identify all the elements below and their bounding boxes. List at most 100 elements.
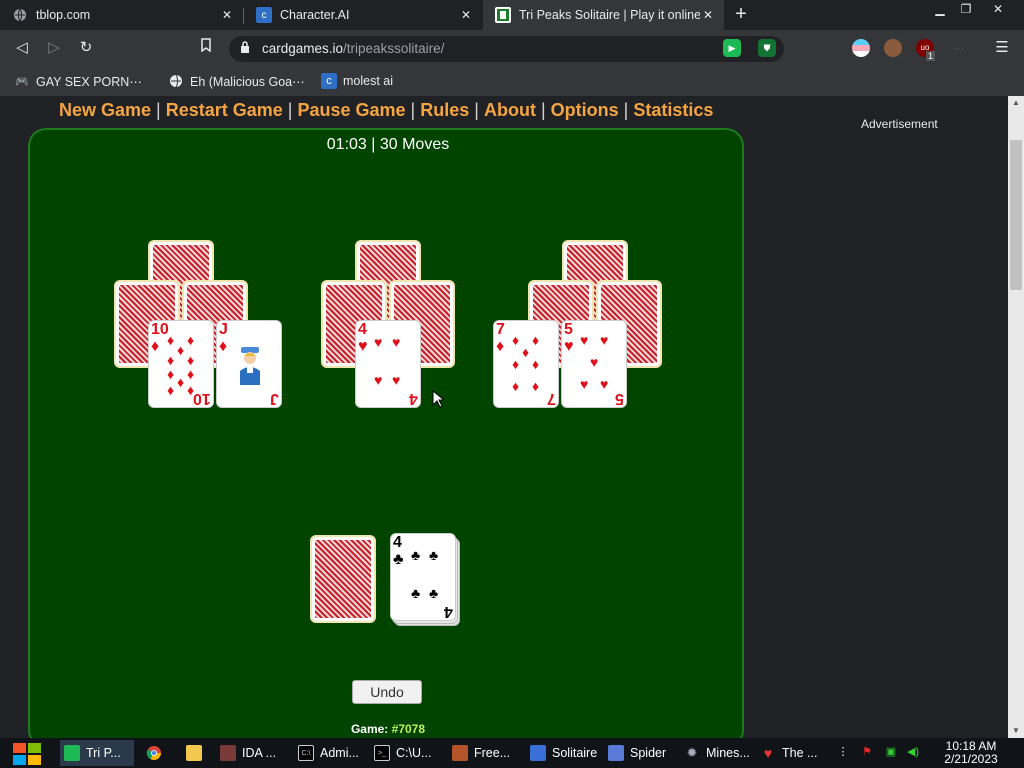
- extension-icon[interactable]: ⋯: [950, 39, 968, 57]
- bookmarks-bar: [0, 66, 1024, 96]
- card-suit: ♦: [151, 338, 160, 355]
- options-link[interactable]: Options: [551, 100, 619, 120]
- diamond-icon: ♦: [167, 334, 175, 349]
- close-icon[interactable]: ✕: [458, 8, 474, 22]
- url-text[interactable]: cardgames.io/tripeakssolitaire/: [262, 41, 444, 56]
- taskbar-item-the[interactable]: ♥ The ...: [756, 740, 826, 766]
- diamond-icon: ♦: [187, 368, 195, 383]
- game-number-label: Game:: [350, 722, 389, 736]
- menu-separator: |: [287, 100, 293, 120]
- new-tab-icon[interactable]: +: [731, 4, 751, 26]
- new-game-link[interactable]: New Game: [59, 100, 151, 120]
- taskbar-item-minesweeper[interactable]: ✹ Mines...: [680, 740, 752, 766]
- club-icon: ♣: [411, 549, 421, 564]
- taskbar-item-spider[interactable]: Spider: [604, 740, 674, 766]
- game-controller-icon: 🎮: [15, 75, 29, 88]
- mine-icon: ✹: [686, 745, 698, 760]
- taskbar-label: The ...: [782, 746, 818, 760]
- reload-icon[interactable]: ↻: [76, 38, 96, 58]
- taskbar-item-explorer[interactable]: [182, 740, 212, 766]
- heart-icon: ♥: [590, 356, 599, 371]
- game-number-value: #7078: [391, 722, 426, 736]
- close-window-icon[interactable]: ✕: [984, 0, 1012, 20]
- taskbar-item-admin[interactable]: C:\ Admi...: [294, 740, 364, 766]
- taskbar-label: Admi...: [320, 746, 359, 760]
- taskbar-label: Mines...: [706, 746, 750, 760]
- about-link[interactable]: About: [484, 100, 536, 120]
- back-icon[interactable]: ◁: [12, 38, 32, 58]
- statistics-link[interactable]: Statistics: [633, 100, 713, 120]
- network-icon[interactable]: ▣: [884, 745, 898, 759]
- bookmark-item-2[interactable]: Eh (Malicious Goa⋯: [168, 72, 305, 90]
- scroll-down-icon[interactable]: ▼: [1008, 724, 1024, 738]
- diamond-icon: ♦: [532, 334, 540, 349]
- taskbar-label: Tri P...: [86, 746, 121, 760]
- card-5-hearts[interactable]: 5 ♥ ♥ ♥ ♥ ♥ ♥ 5: [561, 320, 627, 408]
- cardgames-icon: [495, 7, 511, 23]
- taskbar-item-tripeaks[interactable]: Tri P...: [60, 740, 134, 766]
- card-4-clubs[interactable]: 4 ♣ ♣ ♣ ♣ ♣ 4: [390, 533, 456, 621]
- undo-button[interactable]: Undo: [352, 680, 422, 704]
- volume-icon[interactable]: ◀): [906, 745, 920, 759]
- rules-link[interactable]: Rules: [420, 100, 469, 120]
- shield-icon[interactable]: ⛊: [758, 39, 776, 57]
- heart-icon: ♥: [580, 334, 589, 349]
- menu-separator: |: [410, 100, 416, 120]
- game-table: 01:03 | 30 Moves 10 ♦ ♦ ♦ ♦ ♦ ♦ ♦ ♦ ♦ ♦ …: [28, 128, 744, 738]
- card-7-diamonds[interactable]: 7 ♦ ♦ ♦ ♦ ♦ ♦ ♦ ♦ 7: [493, 320, 559, 408]
- pride-flag-icon[interactable]: [852, 39, 870, 57]
- card-10-diamonds[interactable]: 10 ♦ ♦ ♦ ♦ ♦ ♦ ♦ ♦ ♦ ♦ ♦ 10: [148, 320, 214, 408]
- taskbar-item-free[interactable]: Free...: [448, 740, 520, 766]
- taskbar-item-console[interactable]: >_ C:\U...: [370, 740, 440, 766]
- restore-icon[interactable]: ❐: [952, 0, 980, 20]
- taskbar-item-solitaire[interactable]: Solitaire: [526, 740, 598, 766]
- card-rank: J: [219, 321, 228, 338]
- menu-icon[interactable]: ☰: [992, 38, 1012, 58]
- minimize-icon[interactable]: ▁: [926, 0, 954, 20]
- close-icon[interactable]: ✕: [219, 8, 235, 22]
- solitaire-icon: [530, 745, 546, 761]
- diamond-icon: ♦: [532, 380, 540, 395]
- flag-icon[interactable]: ⚑: [860, 745, 874, 759]
- card-rank-bottom: 4: [444, 603, 453, 620]
- lock-icon[interactable]: [240, 41, 252, 55]
- forward-icon[interactable]: ▷: [44, 38, 64, 58]
- console-icon: >_: [374, 745, 390, 761]
- freecell-icon: [452, 745, 468, 761]
- card-rank-bottom: 10: [193, 390, 211, 407]
- heart-icon: ♥: [392, 374, 401, 389]
- heart-icon: ♥: [374, 336, 383, 351]
- tab-tblop[interactable]: tblop.com ✕: [0, 0, 243, 30]
- scroll-thumb[interactable]: [1010, 140, 1022, 290]
- bookmark-item-1[interactable]: 🎮 GAY SEX PORN⋯: [14, 72, 142, 90]
- card-rank-bottom: 4: [409, 390, 418, 407]
- pause-game-link[interactable]: Pause Game: [297, 100, 405, 120]
- bookmark-item-3[interactable]: c molest ai: [321, 72, 393, 90]
- system-clock[interactable]: 10:18 AM 2/21/2023: [936, 740, 1006, 766]
- tab-tripeaks[interactable]: Tri Peaks Solitaire | Play it online ✕: [483, 0, 724, 30]
- overflow-icon[interactable]: ⋮: [836, 745, 850, 759]
- menu-separator: |: [156, 100, 161, 120]
- scroll-up-icon[interactable]: ▲: [1008, 96, 1024, 110]
- tab-title: Character.AI: [280, 8, 350, 22]
- card-rank-bottom: 7: [547, 390, 556, 407]
- close-icon[interactable]: ✕: [700, 8, 716, 22]
- url-path: /tripeakssolitaire/: [343, 41, 445, 56]
- profile-avatar-icon[interactable]: [884, 39, 902, 57]
- club-icon: ♣: [429, 587, 439, 602]
- taskbar-item-chrome[interactable]: [142, 740, 172, 766]
- tab-character-ai[interactable]: c Character.AI ✕: [244, 0, 482, 30]
- windows-start-icon[interactable]: [10, 741, 44, 767]
- restart-game-link[interactable]: Restart Game: [166, 100, 283, 120]
- bookmark-icon[interactable]: [196, 38, 216, 58]
- card-4-hearts[interactable]: 4 ♥ ♥ ♥ ♥ ♥ 4: [355, 320, 421, 408]
- page-scrollbar[interactable]: ▲ ▼: [1008, 96, 1024, 738]
- game-menu: New Game | Restart Game | Pause Game | Rules | A…: [59, 100, 713, 121]
- taskbar-item-ida[interactable]: IDA ...: [216, 740, 288, 766]
- card-suit: ♥: [564, 338, 574, 355]
- stock-pile[interactable]: [310, 535, 376, 623]
- advertisement-label: Advertisement: [861, 117, 938, 131]
- card-rank: 5: [564, 321, 573, 338]
- card-jack-diamonds[interactable]: J ♦ J: [216, 320, 282, 408]
- extension-green-icon[interactable]: ▶: [723, 39, 741, 57]
